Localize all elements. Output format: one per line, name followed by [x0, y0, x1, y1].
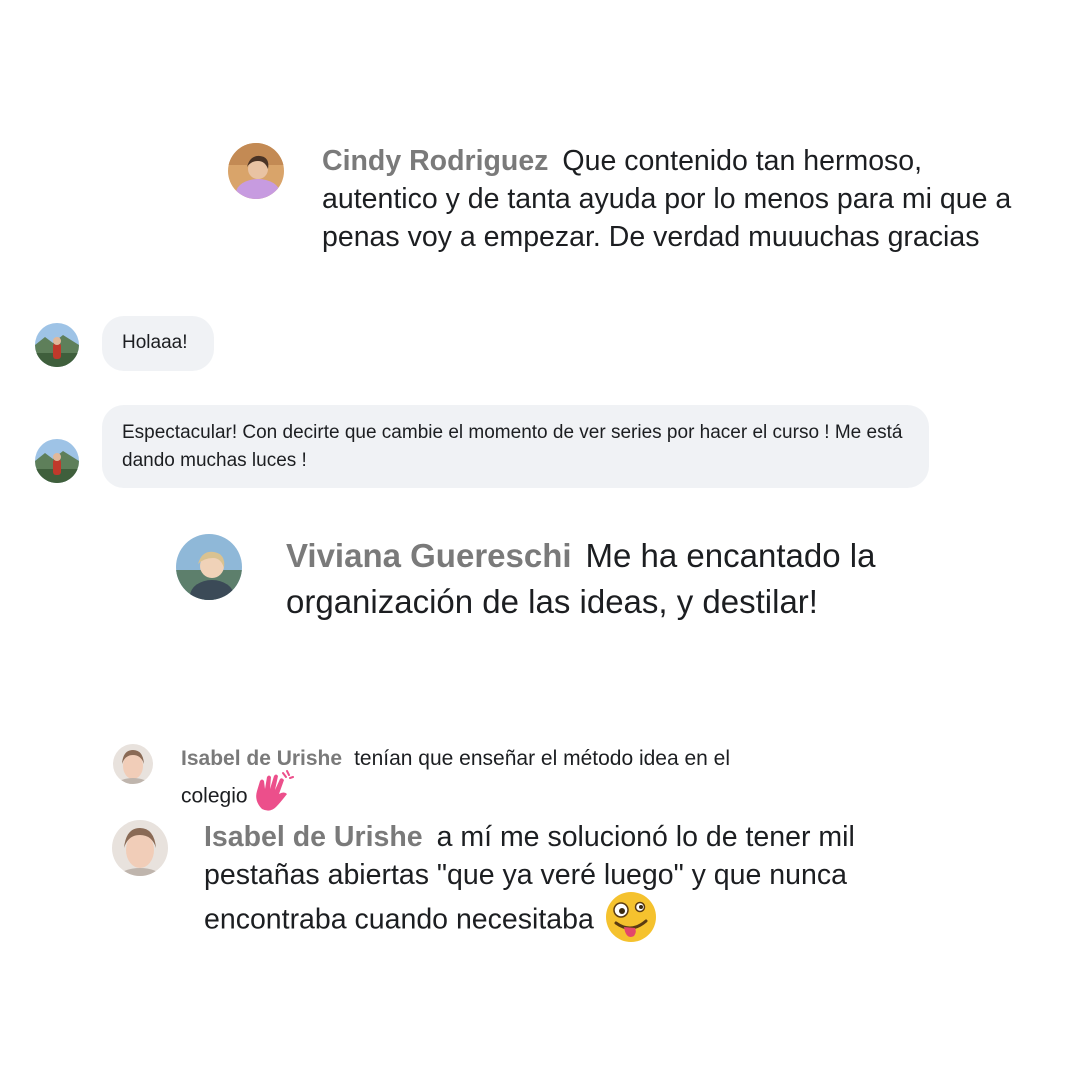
comment-author[interactable]: Viviana Guereschi	[286, 537, 572, 574]
waving-hand-emoji	[250, 769, 294, 813]
zany-face-emoji	[604, 890, 658, 944]
woman-portrait-avatar	[112, 820, 168, 876]
woman-pink-shirt-avatar	[228, 143, 284, 199]
avatar-landscape[interactable]	[35, 323, 79, 367]
woman-portrait-avatar	[113, 744, 153, 784]
comment-isabel-2: Isabel de Urishe a mí me solucionó lo de …	[204, 818, 924, 948]
comment-body: Espectacular! Con decirte que cambie el …	[122, 422, 903, 471]
landscape-avatar	[35, 439, 79, 483]
avatar-isabel-de-urishe[interactable]	[112, 820, 168, 876]
avatar-landscape[interactable]	[35, 439, 79, 483]
comment-body: Holaaa!	[122, 332, 188, 353]
comment-author[interactable]: Cindy Rodriguez	[322, 145, 548, 177]
comment-bubble-espectacular: Espectacular! Con decirte que cambie el …	[102, 405, 929, 488]
landscape-avatar	[35, 323, 79, 367]
avatar-isabel-de-urishe[interactable]	[113, 744, 153, 784]
comment-bubble-holaaa: Holaaa!	[102, 316, 214, 371]
comment-author[interactable]: Isabel de Urishe	[181, 747, 342, 770]
comment-cindy: Cindy Rodriguez Que contenido tan hermoso…	[322, 142, 1022, 256]
woman-outdoor-avatar	[176, 534, 242, 600]
avatar-cindy-rodriguez[interactable]	[228, 143, 284, 199]
comment-viviana: Viviana Guereschi Me ha encantado la orga…	[286, 533, 986, 625]
avatar-viviana-guereschi[interactable]	[176, 534, 242, 600]
comment-isabel-1: Isabel de Urishe tenían que enseñar el mé…	[181, 742, 741, 819]
comment-author[interactable]: Isabel de Urishe	[204, 821, 423, 853]
